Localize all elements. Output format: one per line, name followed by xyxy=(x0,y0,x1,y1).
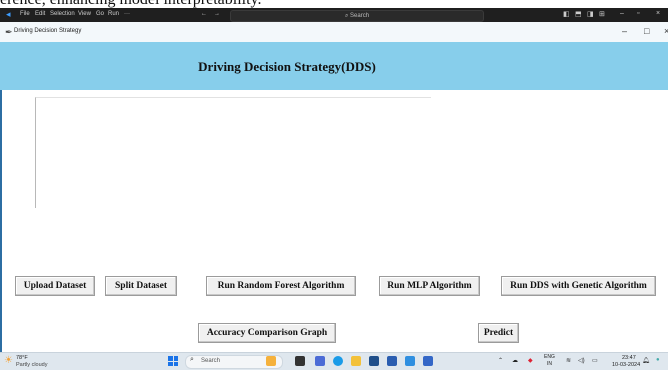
search-icon: ⌕ xyxy=(190,356,194,363)
toggle-panel-icon[interactable]: ⬒ xyxy=(575,10,582,18)
python-app-icon[interactable] xyxy=(423,356,433,366)
toggle-secondary-sidebar-icon[interactable]: ◨ xyxy=(587,10,594,18)
nav-forward-icon[interactable]: → xyxy=(214,11,220,17)
menu-file[interactable]: File xyxy=(20,11,30,17)
menu-run[interactable]: Run xyxy=(108,11,119,17)
task-view-icon[interactable] xyxy=(295,356,305,366)
run-random-forest-button[interactable]: Run Random Forest Algorithm xyxy=(206,276,356,296)
chevron-up-icon[interactable]: ⌃ xyxy=(498,357,503,364)
menu-edit[interactable]: Edit xyxy=(35,11,45,17)
windows-start-icon[interactable] xyxy=(168,356,178,366)
run-dds-genetic-button[interactable]: Run DDS with Genetic Algorithm xyxy=(501,276,656,296)
language-top[interactable]: ENG xyxy=(544,354,555,360)
editor-title-bar: ◂ File Edit Selection View Go Run ··· ← … xyxy=(0,8,668,22)
run-mlp-button[interactable]: Run MLP Algorithm xyxy=(379,276,480,296)
page-title: Driving Decision Strategy(DDS) xyxy=(198,59,376,74)
weather-condition: Partly cloudy xyxy=(16,362,48,368)
minimize-icon[interactable]: – xyxy=(622,26,627,36)
clock-date[interactable]: 10-03-2024 xyxy=(612,362,640,368)
clock-time[interactable]: 23:47 xyxy=(622,355,636,361)
notification-bell-icon[interactable]: 🔔︎ xyxy=(642,357,650,364)
menu-view[interactable]: View xyxy=(78,11,91,17)
command-search-box[interactable]: ⌕ Search xyxy=(230,10,484,22)
antivirus-icon[interactable]: ◆ xyxy=(528,357,533,364)
output-text-area[interactable] xyxy=(35,97,431,208)
store-app-icon[interactable] xyxy=(369,356,379,366)
left-edge-strip xyxy=(0,90,2,352)
restore-editor-icon[interactable]: ▫ xyxy=(637,10,639,17)
accuracy-comparison-graph-button[interactable]: Accuracy Comparison Graph xyxy=(198,323,336,343)
volume-icon[interactable]: ◁) xyxy=(578,357,585,364)
minimize-editor-icon[interactable]: – xyxy=(620,10,624,17)
split-dataset-button[interactable]: Split Dataset xyxy=(105,276,177,296)
copilot-icon[interactable]: ● xyxy=(656,357,660,363)
file-explorer-icon[interactable] xyxy=(351,356,361,366)
nav-back-icon[interactable]: ← xyxy=(201,11,207,17)
language-bottom[interactable]: IN xyxy=(547,361,552,367)
menu-selection[interactable]: Selection xyxy=(50,11,75,17)
menu-more[interactable]: ··· xyxy=(124,11,130,17)
vscode-app-icon[interactable] xyxy=(405,356,415,366)
taskbar-search-placeholder: Search xyxy=(201,358,221,364)
vscode-logo-icon: ◂ xyxy=(6,9,11,19)
feather-icon: ✒ xyxy=(5,27,13,37)
wifi-icon[interactable]: ≋ xyxy=(566,357,571,364)
predict-button[interactable]: Predict xyxy=(478,323,519,343)
maximize-icon[interactable]: □ xyxy=(644,26,649,36)
battery-icon[interactable]: ▭ xyxy=(592,357,598,364)
upload-dataset-button[interactable]: Upload Dataset xyxy=(15,276,95,296)
teams-app-icon[interactable] xyxy=(315,356,325,366)
window-title: Driving Decision Strategy xyxy=(14,28,82,34)
mail-app-icon[interactable] xyxy=(387,356,397,366)
close-editor-icon[interactable]: × xyxy=(656,10,660,17)
search-icon: ⌕ xyxy=(344,13,349,19)
app-title-bar: ✒ Driving Decision Strategy – □ × xyxy=(0,22,668,43)
close-icon[interactable]: × xyxy=(664,26,668,36)
edge-browser-icon[interactable] xyxy=(333,356,343,366)
cloud-icon[interactable]: ☁ xyxy=(512,357,518,364)
customize-layout-icon[interactable]: ⊞ xyxy=(599,10,605,18)
partly-cloudy-icon[interactable]: ☀ xyxy=(4,356,14,366)
command-search-placeholder: Search xyxy=(350,13,370,19)
toggle-sidebar-icon[interactable]: ◧ xyxy=(563,10,570,18)
weather-temperature: 78°F xyxy=(16,355,28,361)
widgets-app-icon[interactable] xyxy=(266,356,276,366)
menu-go[interactable]: Go xyxy=(96,11,104,17)
taskbar: ☀ 78°F Partly cloudy ⌕ Search ⌃ ☁ ◆ ENG … xyxy=(0,352,668,370)
